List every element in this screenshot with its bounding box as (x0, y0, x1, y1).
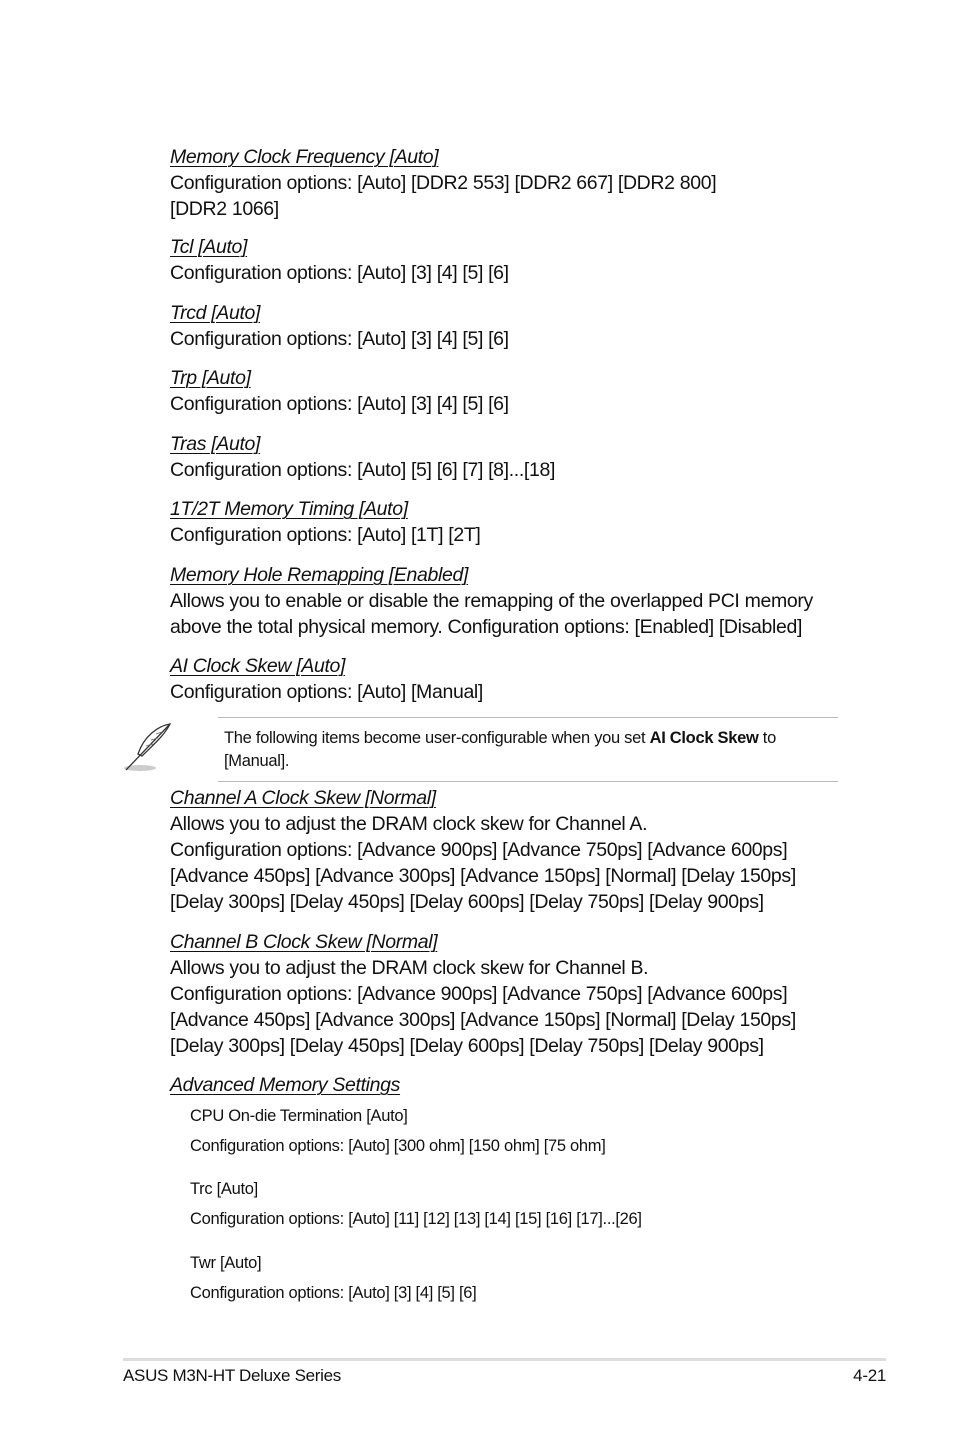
setting-description: Configuration options: [Auto] [1T] [2T] (170, 524, 481, 546)
sub-setting-item: Trc [Auto] Configuration options: [Auto] … (190, 1174, 642, 1234)
footer-divider (123, 1358, 886, 1361)
setting-description: Configuration options: [Auto] [3] [4] [5… (170, 262, 509, 284)
setting-title: Advanced Memory Settings (170, 1074, 401, 1096)
setting-title: Trcd [Auto] (170, 302, 261, 324)
sub-setting-options: Configuration options: [Auto] [3] [4] [5… (190, 1284, 477, 1302)
setting-description: Configuration options: [Auto] [3] [4] [5… (170, 393, 509, 415)
note-text-bold: AI Clock Skew (649, 729, 759, 747)
setting-item: AI Clock Skew [Auto] Configuration option… (170, 653, 850, 705)
setting-description: Allows you to enable or disable the rema… (170, 590, 813, 612)
setting-title: Trp [Auto] (170, 367, 251, 389)
note-text: The following items become user-configur… (224, 727, 834, 773)
sub-setting-item: CPU On-die Termination [Auto] Configurati… (190, 1101, 606, 1161)
footer-page-number: 4-21 (853, 1366, 886, 1385)
sub-setting-title: Twr [Auto] (190, 1254, 262, 1272)
setting-item: Memory Clock Frequency [Auto] Configurati… (170, 144, 850, 222)
setting-title: Channel B Clock Skew [Normal] (170, 931, 438, 953)
setting-description: Allows you to adjust the DRAM clock skew… (170, 957, 649, 979)
setting-description: Configuration options: [Auto] [DDR2 553]… (170, 172, 717, 194)
setting-description: [Advance 450ps] [Advance 300ps] [Advance… (170, 1009, 796, 1031)
setting-title: 1T/2T Memory Timing [Auto] (170, 498, 408, 520)
setting-title: Memory Clock Frequency [Auto] (170, 146, 439, 168)
note-box: The following items become user-configur… (218, 717, 838, 782)
setting-item: Channel A Clock Skew [Normal] Allows you … (170, 785, 850, 915)
setting-description: Configuration options: [Advance 900ps] [… (170, 983, 788, 1005)
setting-item: Tcl [Auto] Configuration options: [Auto] … (170, 234, 850, 286)
setting-description: [Delay 300ps] [Delay 450ps] [Delay 600ps… (170, 1035, 764, 1057)
note-text-before: The following items become user-configur… (224, 729, 650, 747)
setting-title: Memory Hole Remapping [Enabled] (170, 564, 469, 586)
setting-title: Tcl [Auto] (170, 236, 248, 258)
sub-setting-options: Configuration options: [Auto] [300 ohm] … (190, 1137, 606, 1155)
sub-setting-item: Twr [Auto] Configuration options: [Auto] … (190, 1248, 477, 1308)
setting-description: [Advance 450ps] [Advance 300ps] [Advance… (170, 865, 796, 887)
footer-title: ASUS M3N-HT Deluxe Series (123, 1366, 341, 1385)
setting-title: Tras [Auto] (170, 433, 261, 455)
sub-setting-title: Trc [Auto] (190, 1180, 258, 1198)
setting-item: Trp [Auto] Configuration options: [Auto]… (170, 365, 850, 417)
setting-item: Channel B Clock Skew [Normal] Allows you … (170, 929, 850, 1059)
setting-description: [DDR2 1066] (170, 198, 279, 220)
setting-item: 1T/2T Memory Timing [Auto] Configuration … (170, 496, 850, 548)
setting-title: AI Clock Skew [Auto] (170, 655, 346, 677)
setting-description: Configuration options: [Auto] [3] [4] [5… (170, 328, 509, 350)
setting-description: Configuration options: [Auto] [Manual] (170, 681, 483, 703)
setting-title: Channel A Clock Skew [Normal] (170, 787, 436, 809)
setting-item: Tras [Auto] Configuration options: [Auto… (170, 431, 850, 483)
setting-description: [Delay 300ps] [Delay 450ps] [Delay 600ps… (170, 891, 764, 913)
setting-description: Configuration options: [Auto] [5] [6] [7… (170, 459, 556, 481)
setting-description: Allows you to adjust the DRAM clock skew… (170, 813, 648, 835)
setting-item: Trcd [Auto] Configuration options: [Auto… (170, 300, 850, 352)
setting-item: Advanced Memory Settings (170, 1072, 850, 1098)
setting-description: Configuration options: [Advance 900ps] [… (170, 839, 788, 861)
setting-description: above the total physical memory. Configu… (170, 616, 803, 638)
sub-setting-title: CPU On-die Termination [Auto] (190, 1107, 408, 1125)
sub-setting-options: Configuration options: [Auto] [11] [12] … (190, 1210, 642, 1228)
feather-pen-icon (122, 720, 176, 774)
setting-item: Memory Hole Remapping [Enabled] Allows yo… (170, 562, 850, 640)
